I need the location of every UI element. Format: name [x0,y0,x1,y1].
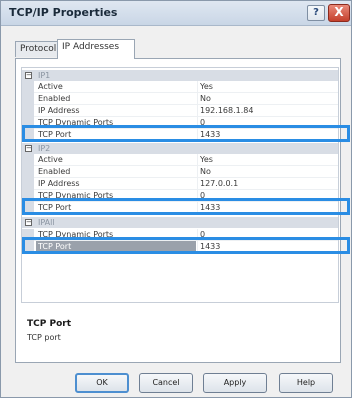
property-value[interactable]: 1433 [200,129,336,140]
property-key: TCP Dynamic Ports [38,230,114,239]
property-key: TCP Port [38,130,72,139]
property-row[interactable]: Active Yes [22,154,338,166]
cancel-button[interactable]: Cancel [139,373,193,393]
description-panel: TCP Port TCP port [21,307,339,357]
group-name: IPAll [38,218,55,227]
property-row[interactable]: IP Address 127.0.0.1 [22,178,338,190]
property-key: IP Address [38,106,80,115]
property-row[interactable]: Active Yes [22,81,338,93]
property-row-selected[interactable]: TCP Port 1433 [22,241,338,253]
collapse-icon[interactable]: − [25,72,32,79]
title-bar: TCP/IP Properties ? X [1,1,351,26]
tab-protocol[interactable]: Protocol [15,41,58,57]
property-value[interactable]: 0 [200,229,336,240]
tab-ip-addresses[interactable]: IP Addresses [57,39,135,59]
property-value[interactable]: 1433 [200,241,336,252]
help-button[interactable]: Help [279,373,333,393]
property-key: TCP Dynamic Ports [38,118,114,127]
property-key: TCP Port [38,203,72,212]
property-value[interactable]: Yes [200,154,336,165]
property-key: Enabled [38,94,71,103]
description-text: TCP port [27,333,61,342]
description-title: TCP Port [27,319,71,329]
collapse-icon[interactable]: − [25,219,32,226]
property-row[interactable]: TCP Port 1433 [22,202,338,214]
property-value[interactable]: 0 [200,190,336,201]
property-value[interactable]: 127.0.0.1 [200,178,336,189]
window-title: TCP/IP Properties [9,6,118,19]
property-value[interactable]: 0 [200,117,336,128]
help-icon[interactable]: ? [307,5,325,21]
property-key: Active [38,82,63,91]
property-value[interactable]: No [200,166,336,177]
group-header-ipall[interactable]: − IPAll [22,217,338,228]
property-row[interactable]: Enabled No [22,93,338,105]
group-name: IP2 [38,144,51,153]
property-row[interactable]: TCP Dynamic Ports 0 [22,117,338,129]
property-value[interactable]: Yes [200,81,336,92]
property-key: Active [38,155,63,164]
group-header-ip1[interactable]: − IP1 [22,70,338,81]
property-key: IP Address [38,179,80,188]
property-value[interactable]: 192.168.1.84 [200,105,336,116]
property-row[interactable]: IP Address 192.168.1.84 [22,105,338,117]
collapse-icon[interactable]: − [25,145,32,152]
property-row[interactable]: TCP Dynamic Ports 0 [22,190,338,202]
property-value[interactable]: 1433 [200,202,336,213]
property-key: Enabled [38,167,71,176]
ok-button[interactable]: OK [75,373,129,393]
property-grid[interactable]: − IP1 Active Yes Enabled No IP Address 1… [21,67,339,303]
group-header-ip2[interactable]: − IP2 [22,143,338,154]
group-name: IP1 [38,71,51,80]
property-row[interactable]: TCP Port 1433 [22,129,338,141]
property-value[interactable]: No [200,93,336,104]
close-icon[interactable]: X [328,4,350,22]
property-key: TCP Dynamic Ports [38,191,114,200]
property-row[interactable]: Enabled No [22,166,338,178]
tcpip-properties-dialog: TCP/IP Properties ? X Protocol IP Addres… [0,0,352,398]
property-key: TCP Port [36,241,196,252]
apply-button[interactable]: Apply [203,373,267,393]
property-row[interactable]: TCP Dynamic Ports 0 [22,229,338,241]
